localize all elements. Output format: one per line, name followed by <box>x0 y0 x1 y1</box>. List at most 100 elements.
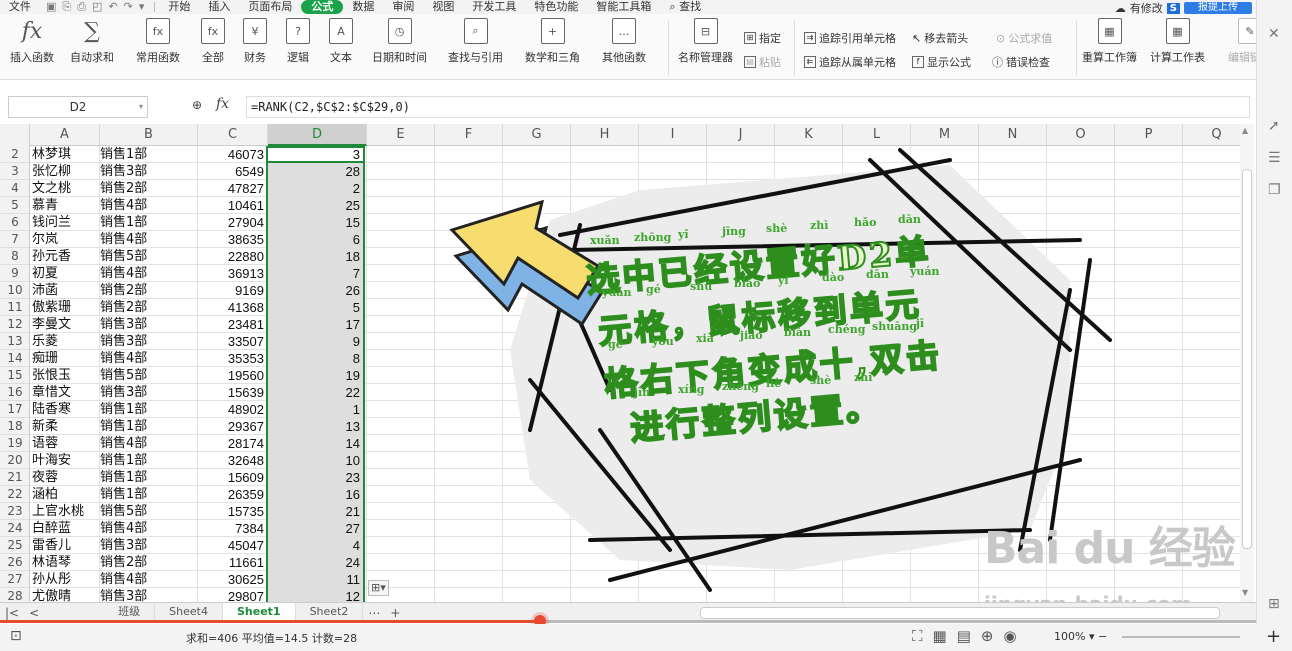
sales-cell[interactable]: 32648 <box>198 452 264 469</box>
row-header[interactable]: 21 <box>0 469 29 486</box>
sales-cell[interactable]: 15735 <box>198 503 264 520</box>
rank-cell[interactable]: 14 <box>268 435 362 452</box>
paste-options-button[interactable]: ⊞▾ <box>368 580 389 596</box>
name-cell[interactable]: 雷香儿 <box>32 537 98 554</box>
search-button[interactable]: ⌕ 查找 <box>660 0 710 14</box>
save-icon[interactable]: ▣ <box>46 0 56 14</box>
export-icon[interactable]: ⎘ <box>62 0 71 14</box>
name-cell[interactable]: 张恨玉 <box>32 367 98 384</box>
zoom-in-icon[interactable]: + <box>1266 626 1281 647</box>
name-cell[interactable]: 尔岚 <box>32 231 98 248</box>
sales-cell[interactable]: 10461 <box>198 197 264 214</box>
reading-mode-icon[interactable]: ⊕ <box>981 627 994 645</box>
sales-cell[interactable]: 22880 <box>198 248 264 265</box>
department-cell[interactable]: 销售4部 <box>100 231 196 248</box>
name-cell[interactable]: 初夏 <box>32 265 98 282</box>
close-icon[interactable]: ✕ <box>1268 26 1280 42</box>
show-formulas-button[interactable]: f 显示公式 <box>912 54 971 70</box>
column-header[interactable]: H <box>571 124 639 146</box>
fullscreen-icon[interactable]: ⛶ <box>912 627 923 645</box>
sales-cell[interactable]: 46073 <box>198 146 264 163</box>
normal-view-icon[interactable]: ▦ <box>933 627 947 645</box>
department-cell[interactable]: 销售4部 <box>100 350 196 367</box>
scroll-down-icon[interactable]: ▼ <box>1242 588 1248 597</box>
column-header[interactable]: O <box>1047 124 1115 146</box>
rank-cell[interactable]: 19 <box>268 367 362 384</box>
datetime-button[interactable]: ◷ 日期和时间 <box>372 18 427 65</box>
rank-cell[interactable]: 3 <box>268 146 362 163</box>
sales-cell[interactable]: 29807 <box>198 588 264 602</box>
chevron-down-icon[interactable]: ▾ <box>139 97 143 117</box>
calc-sheet-button[interactable]: ▦ 计算工作表 <box>1150 18 1205 65</box>
column-header[interactable]: G <box>503 124 571 146</box>
eye-protect-icon[interactable]: ◉ <box>1003 627 1016 645</box>
name-cell[interactable]: 上官水桃 <box>32 503 98 520</box>
rank-cell[interactable]: 12 <box>268 588 362 602</box>
department-cell[interactable]: 销售2部 <box>100 299 196 316</box>
name-cell[interactable]: 叶海安 <box>32 452 98 469</box>
name-cell[interactable]: 文之桃 <box>32 180 98 197</box>
department-cell[interactable]: 销售1部 <box>100 418 196 435</box>
department-cell[interactable]: 销售2部 <box>100 554 196 571</box>
add-sheet-icon[interactable]: + <box>385 606 405 620</box>
row-header[interactable]: 19 <box>0 435 29 452</box>
settings-icon[interactable]: ☰ <box>1268 150 1281 166</box>
name-cell[interactable]: 章惜文 <box>32 384 98 401</box>
department-cell[interactable]: 销售4部 <box>100 571 196 588</box>
department-cell[interactable]: 销售4部 <box>100 520 196 537</box>
department-cell[interactable]: 销售3部 <box>100 316 196 333</box>
name-cell[interactable]: 白醉蓝 <box>32 520 98 537</box>
sales-cell[interactable]: 11661 <box>198 554 264 571</box>
sales-cell[interactable]: 45047 <box>198 537 264 554</box>
column-header[interactable]: L <box>843 124 911 146</box>
all-functions-button[interactable]: fx 全部 <box>201 18 225 65</box>
print-icon[interactable]: ⎙ <box>77 0 86 14</box>
rank-cell[interactable]: 18 <box>268 248 362 265</box>
define-name-button[interactable]: ⊞ 指定 <box>744 30 781 46</box>
preview-icon[interactable]: ◰ <box>92 0 102 14</box>
rank-cell[interactable]: 22 <box>268 384 362 401</box>
sales-cell[interactable]: 35353 <box>198 350 264 367</box>
row-header[interactable]: 3 <box>0 163 29 180</box>
rank-cell[interactable]: 23 <box>268 469 362 486</box>
zoom-slider[interactable] <box>1122 636 1240 638</box>
rank-cell[interactable]: 24 <box>268 554 362 571</box>
row-header[interactable]: 26 <box>0 554 29 571</box>
name-cell[interactable]: 新柔 <box>32 418 98 435</box>
row-header[interactable]: 8 <box>0 248 29 265</box>
rank-cell[interactable]: 21 <box>268 503 362 520</box>
department-cell[interactable]: 销售5部 <box>100 367 196 384</box>
row-header[interactable]: 23 <box>0 503 29 520</box>
rank-cell[interactable]: 7 <box>268 265 362 282</box>
row-header[interactable]: 6 <box>0 214 29 231</box>
column-header[interactable]: K <box>775 124 843 146</box>
page-break-icon[interactable]: ▤ <box>957 627 971 645</box>
sales-cell[interactable]: 27904 <box>198 214 264 231</box>
row-header[interactable]: 5 <box>0 197 29 214</box>
name-cell[interactable]: 林语琴 <box>32 554 98 571</box>
column-header[interactable]: F <box>435 124 503 146</box>
name-cell[interactable]: 张忆柳 <box>32 163 98 180</box>
rank-cell[interactable]: 13 <box>268 418 362 435</box>
grid-view-icon[interactable]: ⊞ <box>1268 596 1280 612</box>
rank-cell[interactable]: 25 <box>268 197 362 214</box>
zoom-level[interactable]: 100% ▾ − <box>1054 630 1107 643</box>
row-header[interactable]: 16 <box>0 384 29 401</box>
row-header[interactable]: 18 <box>0 418 29 435</box>
department-cell[interactable]: 销售2部 <box>100 282 196 299</box>
name-cell[interactable]: 李曼文 <box>32 316 98 333</box>
menu-tab[interactable]: 智能工具箱 <box>587 0 660 14</box>
rank-cell[interactable]: 8 <box>268 350 362 367</box>
name-cell[interactable]: 孙从彤 <box>32 571 98 588</box>
scroll-thumb[interactable] <box>1242 169 1252 549</box>
text-functions-button[interactable]: A 文本 <box>329 18 353 65</box>
row-header[interactable]: 25 <box>0 537 29 554</box>
department-cell[interactable]: 销售1部 <box>100 469 196 486</box>
department-cell[interactable]: 销售4部 <box>100 435 196 452</box>
column-header[interactable]: J <box>707 124 775 146</box>
name-cell[interactable]: 涵柏 <box>32 486 98 503</box>
more-sheets-icon[interactable]: ⋯ <box>363 606 385 620</box>
formula-input[interactable]: =RANK(C2,$C$2:$C$29,0) <box>246 96 1250 118</box>
common-functions-button[interactable]: fx 常用函数 <box>136 18 180 65</box>
redo-icon[interactable]: ↷ <box>124 0 133 14</box>
